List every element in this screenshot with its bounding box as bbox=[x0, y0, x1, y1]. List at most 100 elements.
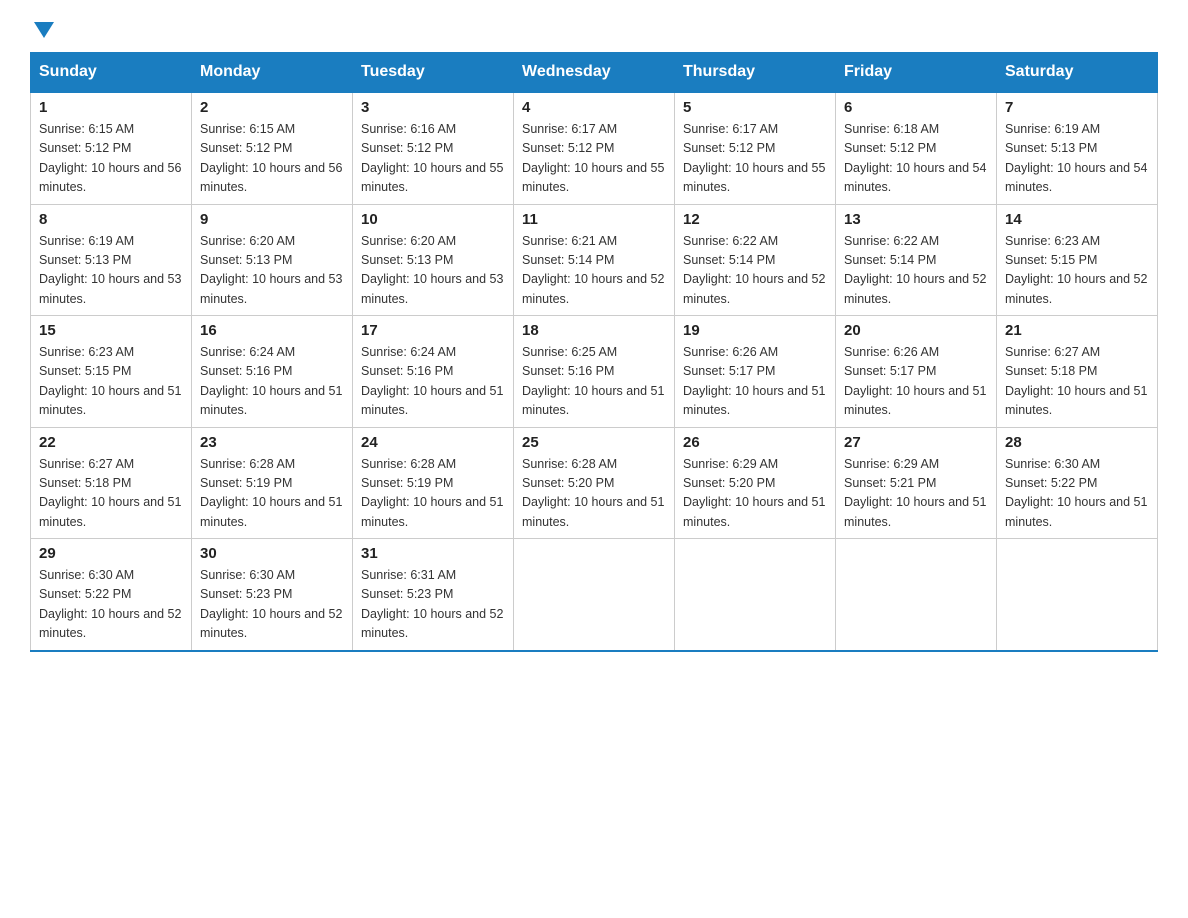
calendar-day-cell bbox=[675, 539, 836, 651]
calendar-day-cell: 26 Sunrise: 6:29 AMSunset: 5:20 PMDayligh… bbox=[675, 427, 836, 539]
day-number: 8 bbox=[39, 211, 183, 228]
day-detail: Sunrise: 6:24 AMSunset: 5:16 PMDaylight:… bbox=[200, 343, 344, 421]
day-number: 15 bbox=[39, 322, 183, 339]
calendar-day-cell: 22 Sunrise: 6:27 AMSunset: 5:18 PMDayligh… bbox=[31, 427, 192, 539]
day-detail: Sunrise: 6:26 AMSunset: 5:17 PMDaylight:… bbox=[683, 343, 827, 421]
day-detail: Sunrise: 6:23 AMSunset: 5:15 PMDaylight:… bbox=[39, 343, 183, 421]
day-number: 19 bbox=[683, 322, 827, 339]
calendar-day-cell: 7Sunrise: 6:19 AMSunset: 5:13 PMDaylight… bbox=[997, 92, 1158, 204]
day-detail: Sunrise: 6:17 AMSunset: 5:12 PMDaylight:… bbox=[683, 120, 827, 198]
day-number: 24 bbox=[361, 434, 505, 451]
calendar-day-cell: 20Sunrise: 6:26 AMSunset: 5:17 PMDayligh… bbox=[836, 316, 997, 428]
day-number: 12 bbox=[683, 211, 827, 228]
day-detail: Sunrise: 6:20 AMSunset: 5:13 PMDaylight:… bbox=[200, 232, 344, 310]
day-number: 21 bbox=[1005, 322, 1149, 339]
day-number: 16 bbox=[200, 322, 344, 339]
day-number: 23 bbox=[200, 434, 344, 451]
day-detail: Sunrise: 6:27 AMSunset: 5:18 PMDaylight:… bbox=[39, 455, 183, 533]
calendar-week-row: 29Sunrise: 6:30 AMSunset: 5:22 PMDayligh… bbox=[31, 539, 1158, 651]
day-detail: Sunrise: 6:21 AMSunset: 5:14 PMDaylight:… bbox=[522, 232, 666, 310]
day-detail: Sunrise: 6:28 AMSunset: 5:20 PMDaylight:… bbox=[522, 455, 666, 533]
calendar-day-cell: 31Sunrise: 6:31 AMSunset: 5:23 PMDayligh… bbox=[353, 539, 514, 651]
day-detail: Sunrise: 6:15 AMSunset: 5:12 PMDaylight:… bbox=[200, 120, 344, 198]
day-detail: Sunrise: 6:29 AMSunset: 5:20 PMDaylight:… bbox=[683, 455, 827, 533]
calendar-day-cell: 23 Sunrise: 6:28 AMSunset: 5:19 PMDayligh… bbox=[192, 427, 353, 539]
calendar-day-cell: 29Sunrise: 6:30 AMSunset: 5:22 PMDayligh… bbox=[31, 539, 192, 651]
day-detail: Sunrise: 6:27 AMSunset: 5:18 PMDaylight:… bbox=[1005, 343, 1149, 421]
day-number: 22 bbox=[39, 434, 183, 451]
calendar-day-cell bbox=[514, 539, 675, 651]
day-number: 26 bbox=[683, 434, 827, 451]
calendar-day-cell: 19 Sunrise: 6:26 AMSunset: 5:17 PMDayligh… bbox=[675, 316, 836, 428]
day-number: 11 bbox=[522, 211, 666, 228]
calendar-day-cell: 5 Sunrise: 6:17 AMSunset: 5:12 PMDaylight… bbox=[675, 92, 836, 204]
header-day-saturday: Saturday bbox=[997, 53, 1158, 93]
calendar-day-cell: 14 Sunrise: 6:23 AMSunset: 5:15 PMDayligh… bbox=[997, 204, 1158, 316]
day-number: 25 bbox=[522, 434, 666, 451]
day-detail: Sunrise: 6:18 AMSunset: 5:12 PMDaylight:… bbox=[844, 120, 988, 198]
calendar-week-row: 15 Sunrise: 6:23 AMSunset: 5:15 PMDayligh… bbox=[31, 316, 1158, 428]
header-day-tuesday: Tuesday bbox=[353, 53, 514, 93]
day-number: 5 bbox=[683, 99, 827, 116]
calendar-day-cell: 2Sunrise: 6:15 AMSunset: 5:12 PMDaylight… bbox=[192, 92, 353, 204]
day-detail: Sunrise: 6:17 AMSunset: 5:12 PMDaylight:… bbox=[522, 120, 666, 198]
day-number: 9 bbox=[200, 211, 344, 228]
day-number: 3 bbox=[361, 99, 505, 116]
logo bbox=[30, 20, 54, 34]
calendar-day-cell: 1 Sunrise: 6:15 AMSunset: 5:12 PMDaylight… bbox=[31, 92, 192, 204]
day-detail: Sunrise: 6:23 AMSunset: 5:15 PMDaylight:… bbox=[1005, 232, 1149, 310]
day-number: 17 bbox=[361, 322, 505, 339]
day-detail: Sunrise: 6:30 AMSunset: 5:23 PMDaylight:… bbox=[200, 566, 344, 644]
day-number: 14 bbox=[1005, 211, 1149, 228]
day-number: 4 bbox=[522, 99, 666, 116]
day-detail: Sunrise: 6:29 AMSunset: 5:21 PMDaylight:… bbox=[844, 455, 988, 533]
calendar-day-cell: 11 Sunrise: 6:21 AMSunset: 5:14 PMDayligh… bbox=[514, 204, 675, 316]
day-number: 1 bbox=[39, 99, 183, 116]
day-detail: Sunrise: 6:30 AMSunset: 5:22 PMDaylight:… bbox=[1005, 455, 1149, 533]
calendar-day-cell: 30 Sunrise: 6:30 AMSunset: 5:23 PMDayligh… bbox=[192, 539, 353, 651]
day-detail: Sunrise: 6:15 AMSunset: 5:12 PMDaylight:… bbox=[39, 120, 183, 198]
calendar-day-cell: 9 Sunrise: 6:20 AMSunset: 5:13 PMDaylight… bbox=[192, 204, 353, 316]
calendar-header-row: SundayMondayTuesdayWednesdayThursdayFrid… bbox=[31, 53, 1158, 93]
calendar-day-cell: 15 Sunrise: 6:23 AMSunset: 5:15 PMDayligh… bbox=[31, 316, 192, 428]
header-day-monday: Monday bbox=[192, 53, 353, 93]
day-number: 13 bbox=[844, 211, 988, 228]
calendar-day-cell: 10Sunrise: 6:20 AMSunset: 5:13 PMDayligh… bbox=[353, 204, 514, 316]
day-detail: Sunrise: 6:26 AMSunset: 5:17 PMDaylight:… bbox=[844, 343, 988, 421]
header-day-wednesday: Wednesday bbox=[514, 53, 675, 93]
day-detail: Sunrise: 6:19 AMSunset: 5:13 PMDaylight:… bbox=[1005, 120, 1149, 198]
day-number: 27 bbox=[844, 434, 988, 451]
day-detail: Sunrise: 6:28 AMSunset: 5:19 PMDaylight:… bbox=[200, 455, 344, 533]
day-detail: Sunrise: 6:20 AMSunset: 5:13 PMDaylight:… bbox=[361, 232, 505, 310]
day-detail: Sunrise: 6:25 AMSunset: 5:16 PMDaylight:… bbox=[522, 343, 666, 421]
logo-general bbox=[30, 20, 54, 38]
day-number: 30 bbox=[200, 545, 344, 562]
calendar-day-cell: 25 Sunrise: 6:28 AMSunset: 5:20 PMDayligh… bbox=[514, 427, 675, 539]
calendar-week-row: 8 Sunrise: 6:19 AMSunset: 5:13 PMDaylight… bbox=[31, 204, 1158, 316]
calendar-day-cell bbox=[836, 539, 997, 651]
day-detail: Sunrise: 6:28 AMSunset: 5:19 PMDaylight:… bbox=[361, 455, 505, 533]
day-detail: Sunrise: 6:31 AMSunset: 5:23 PMDaylight:… bbox=[361, 566, 505, 644]
day-detail: Sunrise: 6:30 AMSunset: 5:22 PMDaylight:… bbox=[39, 566, 183, 644]
day-number: 6 bbox=[844, 99, 988, 116]
header-day-thursday: Thursday bbox=[675, 53, 836, 93]
calendar-table: SundayMondayTuesdayWednesdayThursdayFrid… bbox=[30, 52, 1158, 652]
day-number: 28 bbox=[1005, 434, 1149, 451]
calendar-week-row: 1 Sunrise: 6:15 AMSunset: 5:12 PMDaylight… bbox=[31, 92, 1158, 204]
calendar-day-cell: 12 Sunrise: 6:22 AMSunset: 5:14 PMDayligh… bbox=[675, 204, 836, 316]
day-detail: Sunrise: 6:19 AMSunset: 5:13 PMDaylight:… bbox=[39, 232, 183, 310]
calendar-day-cell bbox=[997, 539, 1158, 651]
day-detail: Sunrise: 6:22 AMSunset: 5:14 PMDaylight:… bbox=[844, 232, 988, 310]
day-detail: Sunrise: 6:22 AMSunset: 5:14 PMDaylight:… bbox=[683, 232, 827, 310]
day-detail: Sunrise: 6:24 AMSunset: 5:16 PMDaylight:… bbox=[361, 343, 505, 421]
calendar-day-cell: 28 Sunrise: 6:30 AMSunset: 5:22 PMDayligh… bbox=[997, 427, 1158, 539]
header-day-friday: Friday bbox=[836, 53, 997, 93]
page-header bbox=[30, 20, 1158, 34]
calendar-day-cell: 13 Sunrise: 6:22 AMSunset: 5:14 PMDayligh… bbox=[836, 204, 997, 316]
calendar-day-cell: 17 Sunrise: 6:24 AMSunset: 5:16 PMDayligh… bbox=[353, 316, 514, 428]
logo-arrow-icon bbox=[34, 22, 54, 38]
calendar-day-cell: 21 Sunrise: 6:27 AMSunset: 5:18 PMDayligh… bbox=[997, 316, 1158, 428]
calendar-day-cell: 4 Sunrise: 6:17 AMSunset: 5:12 PMDaylight… bbox=[514, 92, 675, 204]
calendar-day-cell: 8 Sunrise: 6:19 AMSunset: 5:13 PMDaylight… bbox=[31, 204, 192, 316]
calendar-day-cell: 24 Sunrise: 6:28 AMSunset: 5:19 PMDayligh… bbox=[353, 427, 514, 539]
